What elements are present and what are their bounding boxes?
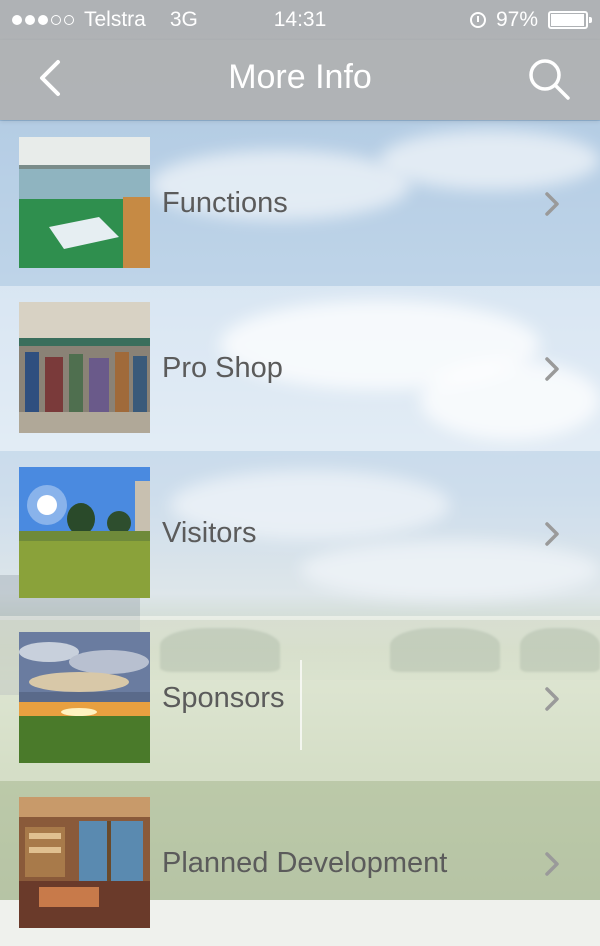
sunset-course-photo [19,632,150,763]
list-item-label: Planned Development [162,847,448,879]
chevron-right-icon [545,522,559,546]
list-item-functions[interactable]: Functions [0,121,600,286]
list-item-label: Visitors [162,517,257,549]
alarm-icon [469,12,486,28]
list-item-sponsors[interactable]: Sponsors [0,616,600,781]
list-item-label: Functions [162,187,288,219]
search-icon [529,59,570,100]
search-button[interactable] [524,54,574,104]
function-room-photo [19,137,150,268]
page-title: More Info [228,58,372,96]
battery-percent: 97% [495,8,538,31]
pro-shop-photo [19,302,150,433]
battery-icon [548,11,592,29]
list-item-pro-shop[interactable]: Pro Shop [0,286,600,451]
list-item-label: Pro Shop [162,352,283,384]
chevron-right-icon [545,192,559,216]
chevron-right-icon [545,852,559,876]
list-item-visitors[interactable]: Visitors [0,451,600,616]
chevron-right-icon [545,357,559,381]
list-item-label: Sponsors [162,682,285,714]
navigation-bar: More Info [0,40,600,120]
golf-course-photo [19,467,150,598]
list-item-planned-development[interactable]: Planned Development [0,781,600,946]
menu-list: Functions Pro Shop Visitors Sponsors Pla… [0,121,600,946]
clubhouse-interior-photo [19,797,150,928]
status-bar: Telstra 3G 14:31 97% [0,0,600,40]
chevron-right-icon [545,687,559,711]
